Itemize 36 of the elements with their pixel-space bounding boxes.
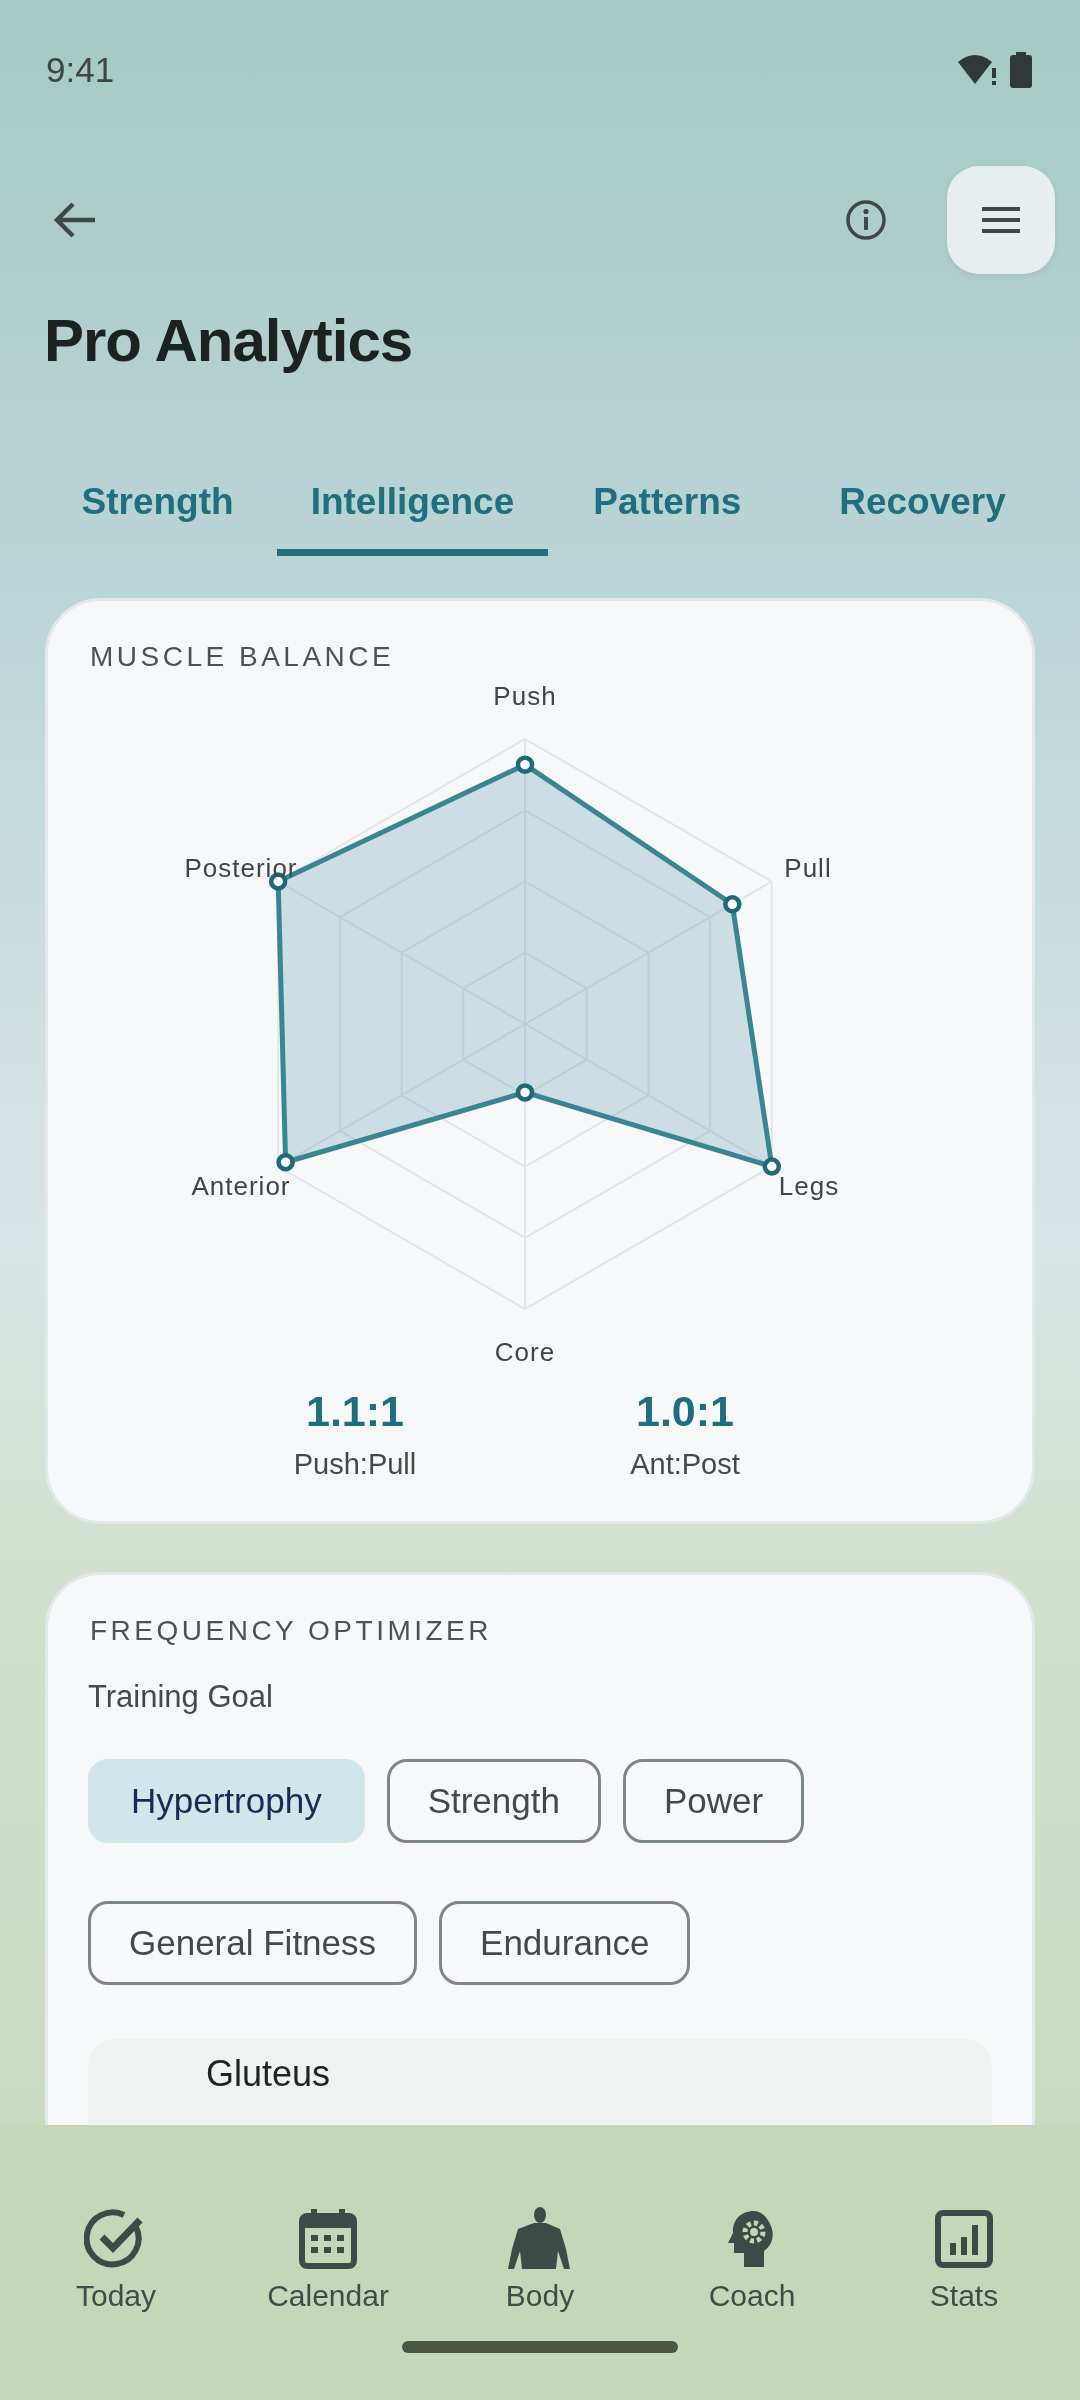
ratio-label: Push:Pull [293, 1448, 417, 1481]
card-heading: MUSCLE BALANCE [90, 641, 396, 673]
calendar-icon [296, 2207, 360, 2271]
field-label: Training Goal [88, 1679, 274, 1715]
goal-chip[interactable]: Strength [386, 1759, 601, 1843]
nav-item[interactable]: Today [16, 2207, 216, 2313]
ratio-value: 1.1:1 [306, 1387, 404, 1436]
card-heading: FREQUENCY OPTIMIZER [90, 1615, 493, 1647]
axis-label: Legs [778, 1171, 840, 1201]
axis-label: Anterior [191, 1171, 291, 1201]
axis-label: Pull [784, 853, 832, 883]
goal-chip[interactable]: General Fitness [88, 1901, 418, 1985]
info-icon [845, 199, 887, 241]
tab[interactable]: Recovery [794, 476, 1050, 556]
nav-item[interactable]: Calendar [228, 2207, 428, 2313]
tab[interactable]: Intelligence [277, 476, 548, 556]
axis-label: Push [493, 681, 557, 711]
goal-chip[interactable]: Power [622, 1759, 805, 1843]
page-title: Pro Analytics [44, 306, 414, 376]
menu-icon [980, 204, 1022, 236]
goal-chip[interactable]: Endurance [439, 1901, 691, 1985]
torso-icon [508, 2207, 572, 2271]
battery-icon [1010, 52, 1032, 88]
menu-button[interactable] [947, 166, 1055, 274]
ratio-label: Ant:Post [630, 1448, 740, 1481]
nav-item[interactable]: Stats [864, 2207, 1064, 2313]
status-time: 9:41 [46, 50, 115, 90]
goal-chip[interactable]: Hypertrophy [88, 1759, 365, 1843]
muscle-name: Gluteus [206, 2053, 331, 2094]
nav-item[interactable]: Coach [652, 2207, 852, 2313]
axis-label: Posterior [184, 853, 298, 883]
bar-chart-icon [932, 2207, 996, 2271]
nav-item[interactable]: Body [440, 2207, 640, 2313]
axis-label: Core [494, 1337, 556, 1367]
wifi-alert-icon [958, 54, 998, 86]
ratio-value: 1.0:1 [636, 1387, 734, 1436]
